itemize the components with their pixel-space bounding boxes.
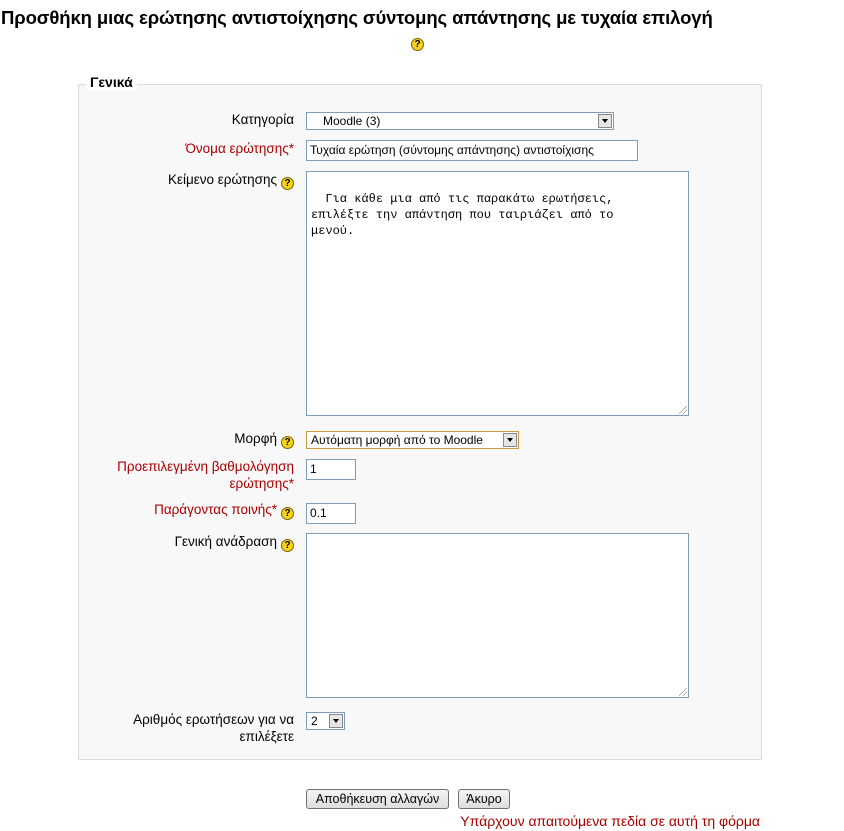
choose-count-label-line2: επιλέξετε xyxy=(239,729,294,744)
chevron-down-icon[interactable] xyxy=(503,433,517,447)
required-fields-note: Υπάρχουν απαιτούμενα πεδία σε αυτή τη φό… xyxy=(460,813,760,829)
format-label: Μορφή? xyxy=(234,430,294,449)
resize-grip-icon[interactable] xyxy=(679,688,687,696)
help-icon[interactable]: ? xyxy=(411,38,424,51)
cancel-button[interactable]: Άκυρο xyxy=(458,789,510,809)
penalty-input[interactable]: 0.1 xyxy=(306,503,356,524)
save-button[interactable]: Αποθήκευση αλλαγών xyxy=(306,789,449,809)
required-mark: * xyxy=(288,141,294,156)
chevron-down-icon[interactable] xyxy=(598,114,612,128)
help-icon[interactable]: ? xyxy=(281,539,294,552)
default-grade-label-line1: Προεπιλεγμένη βαθμολόγηση xyxy=(117,459,294,474)
default-grade-label: Προεπιλεγμένη βαθμολόγηση ερώτησης* xyxy=(117,458,294,492)
question-text-value: Για κάθε μια από τις παρακάτω ερωτήσεις,… xyxy=(311,192,614,238)
resize-grip-icon[interactable] xyxy=(679,406,687,414)
format-select[interactable]: Αυτόματη μορφή από το Moodle xyxy=(306,431,519,449)
category-label-text: Κατηγορία xyxy=(231,112,294,127)
choose-count-select[interactable]: 2 xyxy=(306,712,345,730)
general-feedback-label-text: Γενική ανάδραση xyxy=(174,534,277,549)
help-icon[interactable]: ? xyxy=(281,436,294,449)
question-text-label: Κείμενο ερώτησης? xyxy=(168,171,294,190)
question-name-label-text: Όνομα ερώτησης xyxy=(185,141,289,156)
general-feedback-label: Γενική ανάδραση? xyxy=(175,533,294,552)
fieldset-legend: Γενικά xyxy=(86,74,137,90)
general-feedback-textarea[interactable] xyxy=(306,533,689,698)
question-name-label: Όνομα ερώτησης* xyxy=(185,140,294,157)
question-text-label-text: Κείμενο ερώτησης xyxy=(167,172,277,187)
question-name-input[interactable]: Τυχαία ερώτηση (σύντομης απάντησης) αντι… xyxy=(306,140,638,161)
category-select[interactable]: Moodle (3) xyxy=(306,112,614,130)
choose-count-label: Αριθμός ερωτήσεων για να επιλέξετε xyxy=(133,711,294,745)
help-icon[interactable]: ? xyxy=(281,177,294,190)
penalty-label: Παράγοντας ποινής*? xyxy=(154,501,294,520)
penalty-label-text: Παράγοντας ποινής xyxy=(154,502,272,517)
format-label-text: Μορφή xyxy=(234,431,277,446)
default-grade-input[interactable]: 1 xyxy=(306,459,356,480)
required-mark: * xyxy=(288,476,294,491)
default-grade-label-line2: ερώτησης xyxy=(229,476,289,491)
category-label: Κατηγορία xyxy=(232,111,294,128)
question-text-textarea[interactable]: Για κάθε μια από τις παρακάτω ερωτήσεις,… xyxy=(306,171,689,416)
page-title: Προσθήκη μιας ερώτησης αντιστοίχησης σύν… xyxy=(1,7,713,28)
category-select-value: Moodle (3) xyxy=(323,114,381,128)
required-mark: * xyxy=(271,502,277,517)
choose-count-select-value: 2 xyxy=(311,714,318,728)
help-icon[interactable]: ? xyxy=(281,507,294,520)
format-select-value: Αυτόματη μορφή από το Moodle xyxy=(311,433,483,447)
choose-count-label-line1: Αριθμός ερωτήσεων για να xyxy=(133,712,294,727)
chevron-down-icon[interactable] xyxy=(329,714,343,728)
